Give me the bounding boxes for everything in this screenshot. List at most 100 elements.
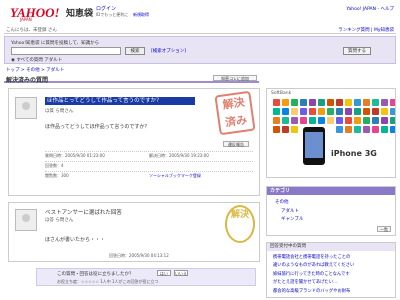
report-button[interactable]: 違反報告 xyxy=(223,141,249,147)
category-box: カテゴリ その他 アダルト ギャンブル 一覧 xyxy=(266,186,396,236)
app-icon xyxy=(291,126,298,133)
category-more-button[interactable]: 一覧 xyxy=(377,226,391,232)
best-answer-stamp: 解決 xyxy=(225,205,255,243)
question-date: 質問日時：2005/9/30 01:23:00 xyxy=(45,153,105,158)
meta-divider xyxy=(45,151,253,152)
related-question-link[interactable]: 姉妹旅行に行ってきた時のことなんです xyxy=(273,271,393,277)
app-icon xyxy=(372,99,379,106)
question-avatar xyxy=(15,97,37,119)
app-icon xyxy=(282,108,289,115)
app-icon xyxy=(345,108,352,115)
welcome-text: こんにちは、未登録 さん xyxy=(6,28,57,33)
related-question-link[interactable]: がたとえ話を聞かせてあげたい… xyxy=(273,279,393,285)
app-icon xyxy=(336,117,343,124)
answer-date: 回答日時：2005/9/30 04:13:12 xyxy=(109,253,169,258)
app-icon xyxy=(282,117,289,124)
question-body: ほ作品ってどうしてほ作品って言うのですか？ xyxy=(45,124,150,130)
vote-question: この質問・回答は役に立ちましたか？ xyxy=(57,272,134,277)
yahoo-logo[interactable]: YAHOO! xyxy=(10,5,60,21)
app-icon xyxy=(327,117,334,124)
best-answer-box: ベストアンサーに選ばれた回答 ほ答 ら問さん ほさんが書いたから・・・ 解決 回… xyxy=(8,202,260,262)
answer-user[interactable]: ほ答 ら問さん xyxy=(45,217,73,223)
category-item[interactable]: アダルト xyxy=(281,208,299,214)
related-questions-box: 回答受付中の質問 携帯電話会社と携帯電話を持ったことの 違いのようなものがあれば… xyxy=(266,242,396,298)
search-label: Yahoo!知恵袋 に質問を投稿して、知識から xyxy=(11,41,100,46)
app-icon xyxy=(327,108,334,115)
social-bookmark-link[interactable]: ソーシャルブックマーク登録 xyxy=(149,173,201,179)
app-icon xyxy=(318,117,325,124)
app-icon xyxy=(318,108,325,115)
question-box: ほ作品とってどうして作品って言うのですか？ ほ質 ら問さん ほ作品ってどうしてほ… xyxy=(8,88,260,196)
vote-no-button[interactable]: いいえ xyxy=(174,270,188,276)
app-icon xyxy=(318,99,325,106)
app-icon xyxy=(336,99,343,106)
app-icon xyxy=(273,117,280,124)
app-icon xyxy=(381,117,388,124)
iphone-ad-banner[interactable]: SoftBank iPhone 3G xyxy=(266,88,396,178)
top-right-links[interactable]: Yahoo! JAPAN - ヘルプ xyxy=(346,6,394,12)
app-icon xyxy=(291,108,298,115)
answer-body: ほさんが書いたから・・・ xyxy=(45,237,106,243)
related-header: 回答受付中の質問 xyxy=(267,243,395,251)
app-icon xyxy=(381,99,388,106)
search-button[interactable]: 検索 xyxy=(125,47,145,55)
related-question-link[interactable]: 携帯電話会社と携帯電話を持ったことの xyxy=(273,254,393,260)
register-link[interactable]: 新規取得 xyxy=(133,12,149,18)
app-icon xyxy=(372,126,379,133)
app-icon xyxy=(372,108,379,115)
question-user[interactable]: ほ質 ら問さん xyxy=(45,108,73,114)
search-options-link[interactable]: [検索オプション] xyxy=(151,48,186,54)
search-scope-radio[interactable]: ◉ すべての質問 アダルト xyxy=(11,57,62,63)
app-icon xyxy=(300,117,307,124)
breadcrumb[interactable]: トップ > その他 > アダルト xyxy=(6,67,64,73)
app-icon xyxy=(273,99,280,106)
view-count: 閲覧数：300 xyxy=(45,173,69,178)
app-icon xyxy=(291,99,298,106)
vote-result: お役立ち度：☆☆☆☆☆ 1人中 1人がこの回答が役に立つ xyxy=(57,279,159,284)
best-answer-title: ベストアンサーに選ばれた回答 xyxy=(45,210,122,216)
category-item[interactable]: ギャンブル xyxy=(281,216,303,222)
related-question-link[interactable]: 都会的な高級ブランドのバッグやお財布 xyxy=(273,288,393,294)
app-icon xyxy=(273,126,280,133)
iphone-image xyxy=(303,127,325,165)
ask-question-button[interactable]: 質問する xyxy=(343,47,371,55)
meta-divider xyxy=(45,161,253,162)
app-icon xyxy=(363,126,370,133)
app-icon xyxy=(336,126,343,133)
header: YAHOO! JAPAN 知恵袋 ログイン IDでもっと便利に 新規取得 Yah… xyxy=(0,0,400,26)
resolved-date: 解決日時：2005/9/30 19:23:00 xyxy=(149,153,209,158)
app-icon xyxy=(300,108,307,115)
app-icon xyxy=(354,99,361,106)
welcome-links[interactable]: ランキング質問 | My知恵袋 xyxy=(338,27,394,33)
login-note: IDでもっと便利に xyxy=(96,12,129,17)
app-icon xyxy=(354,126,361,133)
search-input[interactable] xyxy=(11,47,121,55)
login-link[interactable]: ログイン xyxy=(96,5,116,12)
vote-yes-button[interactable]: はい xyxy=(157,270,171,276)
section-header: 解決済みの質問 知恵コレに追加 xyxy=(4,74,259,84)
app-icon xyxy=(327,99,334,106)
app-icon xyxy=(363,117,370,124)
app-icon xyxy=(345,126,352,133)
app-icon xyxy=(354,117,361,124)
related-question-link[interactable]: 違いのようなものがあれば教えてください xyxy=(273,262,393,268)
app-icon xyxy=(390,99,395,106)
add-to-collection-button[interactable]: 知恵コレに追加 xyxy=(213,75,257,81)
app-icon xyxy=(309,117,316,124)
category-header: カテゴリ xyxy=(267,187,395,195)
welcome-bar: こんにちは、未登録 さん ランキング質問 | My知恵袋 xyxy=(4,26,396,34)
app-icon xyxy=(390,117,395,124)
app-icon xyxy=(354,108,361,115)
section-title: 解決済みの質問 xyxy=(6,77,49,84)
resolved-stamp: 解決済み xyxy=(214,90,256,136)
ad-brand: SoftBank xyxy=(271,91,292,96)
category-item[interactable]: その他 xyxy=(275,199,289,205)
app-icon xyxy=(282,99,289,106)
app-icon xyxy=(381,108,388,115)
app-icon xyxy=(363,99,370,106)
app-icon xyxy=(282,126,289,133)
app-icon xyxy=(363,108,370,115)
answer-count: 回答数：4 xyxy=(45,163,64,168)
app-icon xyxy=(300,99,307,106)
site-title[interactable]: 知恵袋 xyxy=(66,6,93,19)
